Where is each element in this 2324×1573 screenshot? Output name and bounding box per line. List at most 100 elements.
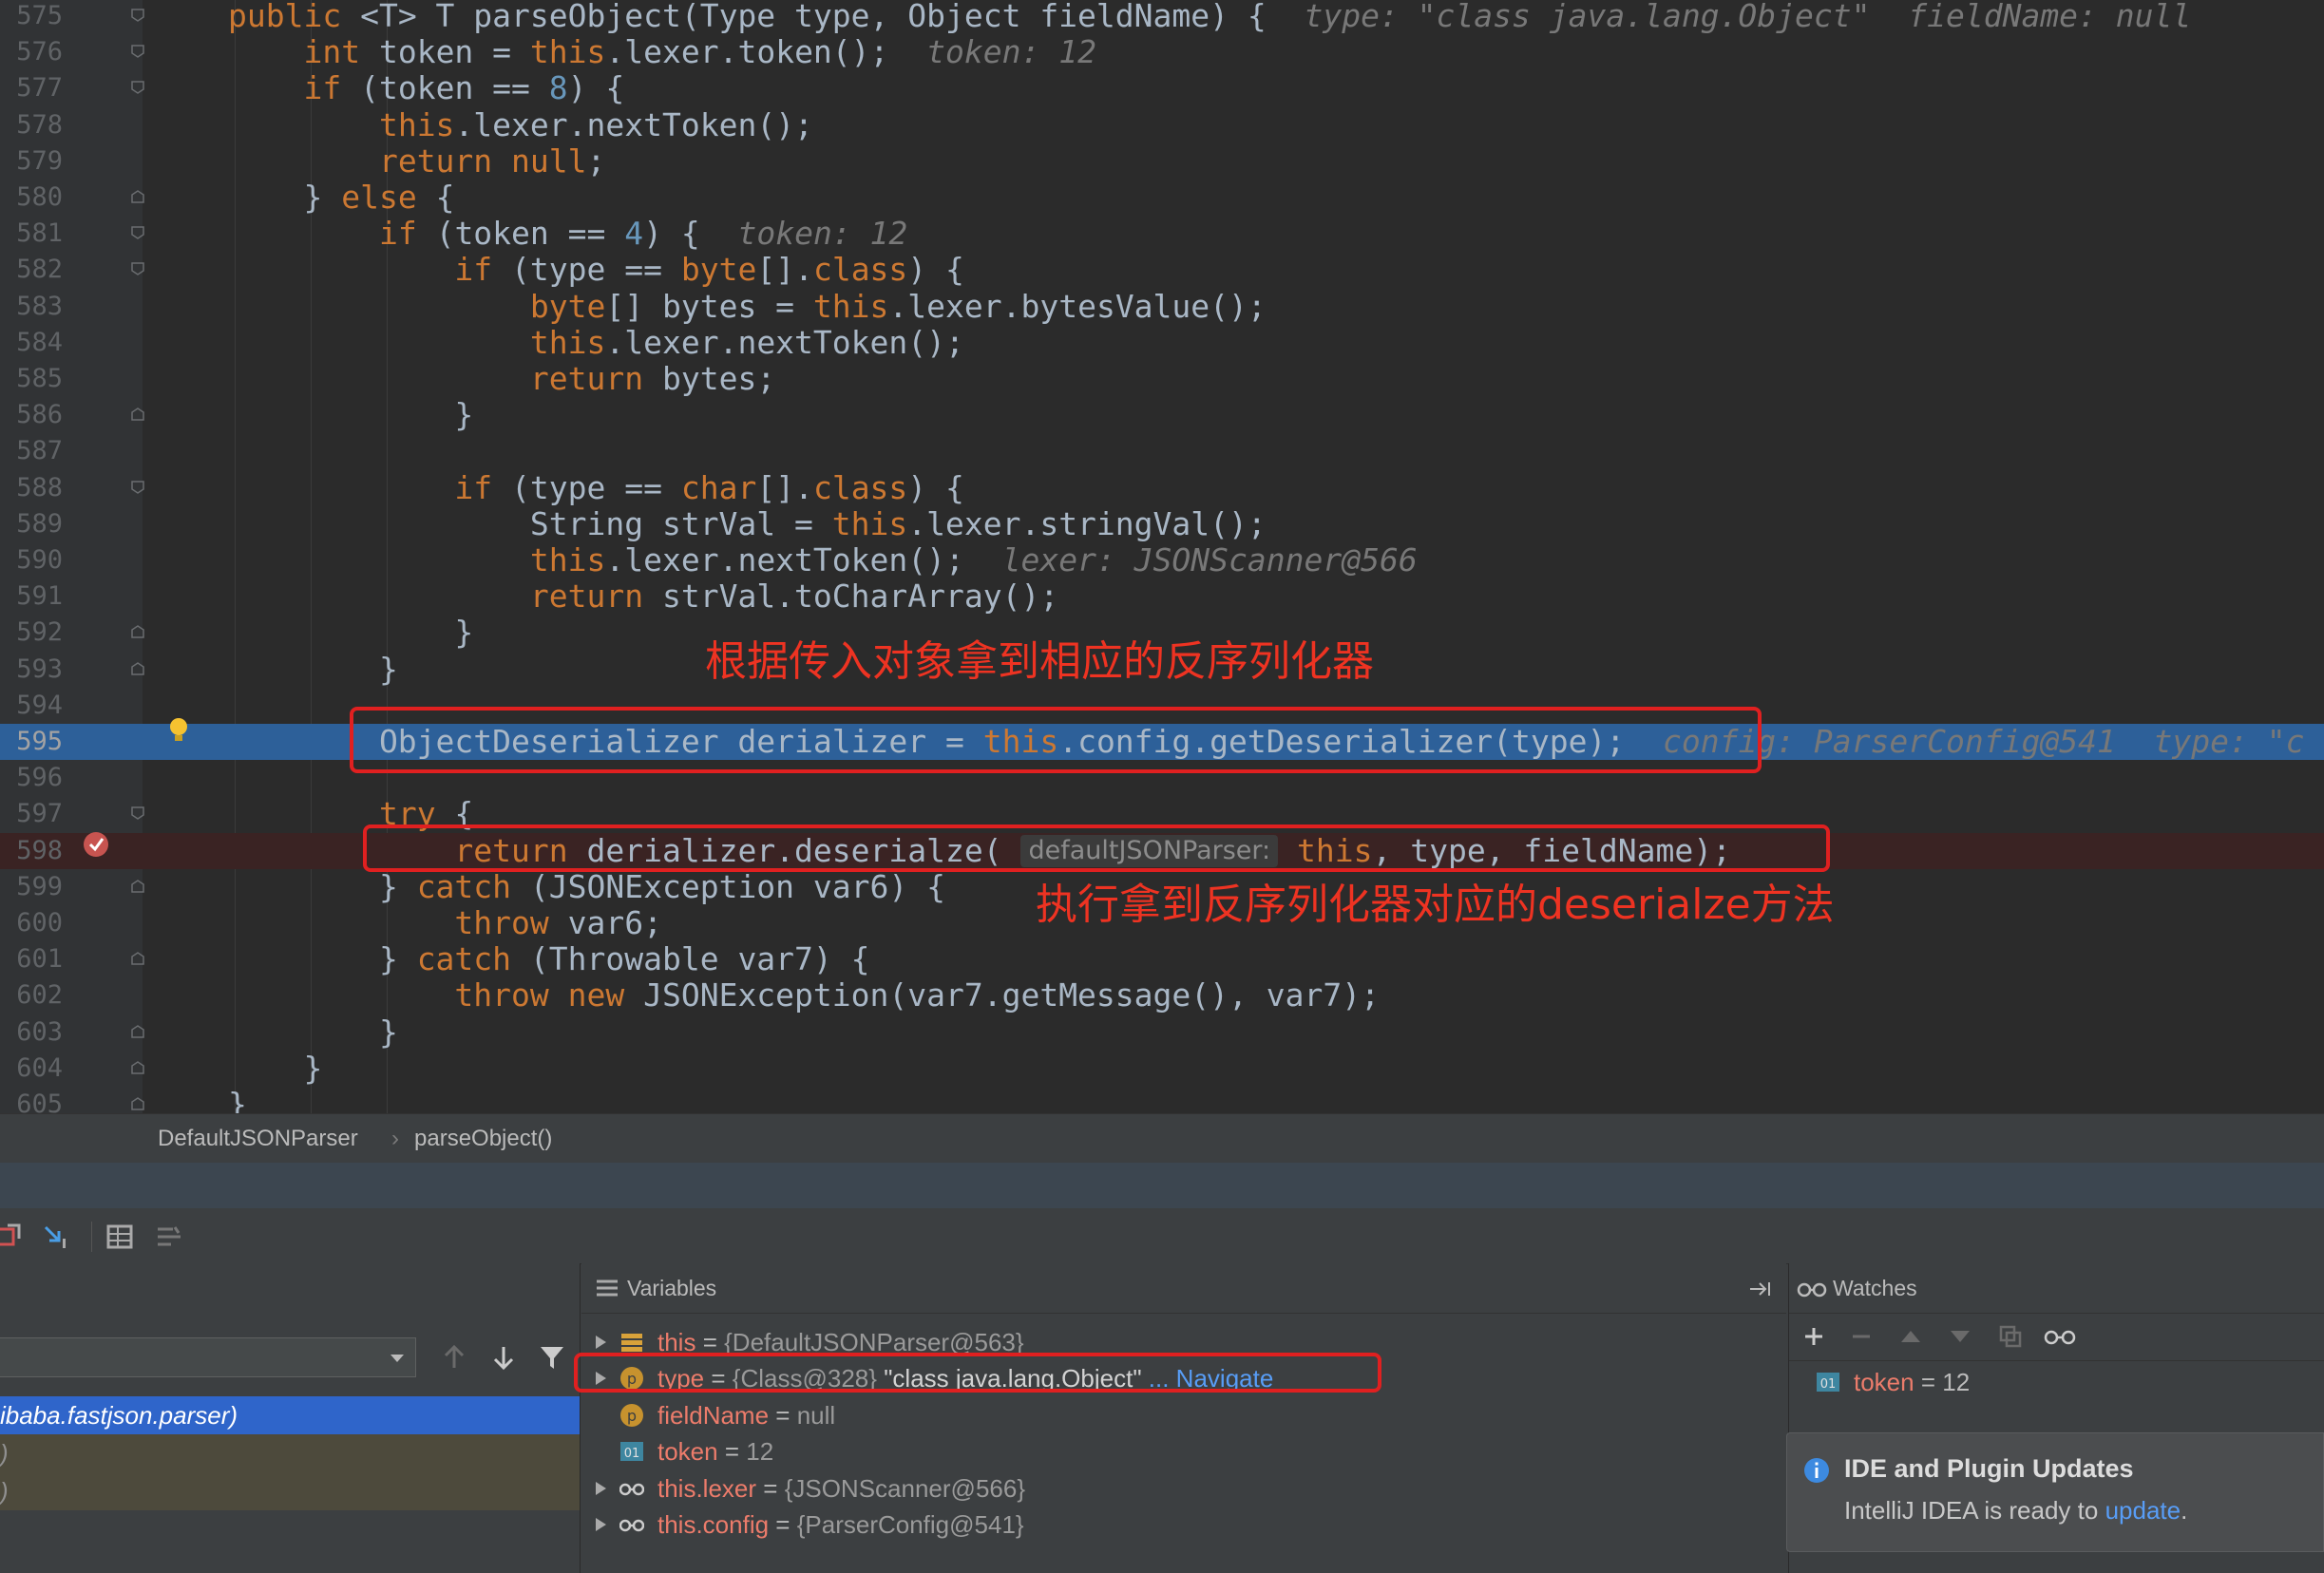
code-line[interactable]: 581 if (token == 4) { token: 12 [0,216,2324,252]
fold-marker-icon[interactable] [131,1060,144,1074]
line-number: 588 [16,472,63,502]
frame-item[interactable]: ) [0,1434,580,1472]
variable-name: this.config [657,1510,770,1539]
show-watches-icon[interactable] [2044,1328,2076,1345]
code-line[interactable]: 589 String strVal = this.lexer.stringVal… [0,504,2324,542]
thread-selector[interactable] [0,1337,416,1377]
step-into-cursor-icon[interactable] [42,1222,72,1252]
code-line[interactable]: 602 throw new JSONException(var7.getMess… [0,977,2324,1014]
code-token: String strVal = [228,504,832,542]
fold-marker-icon[interactable] [131,879,144,893]
frame-item[interactable]: ibaba.fastjson.parser) [0,1396,580,1434]
fold-marker-icon[interactable] [131,661,144,675]
code-token: .lexer.bytesValue(); [888,287,1267,325]
code-line[interactable]: 583 byte[] bytes = this.lexer.bytesValue… [0,287,2324,325]
code-text: } [228,1086,247,1114]
svg-text:p: p [627,1407,637,1425]
code-line[interactable]: 577 if (token == 8) { [0,70,2324,106]
line-number: 599 [16,871,63,901]
code-line[interactable]: 575 public <T> T parseObject(Type type, O… [0,0,2324,34]
variable-value: null [796,1400,836,1430]
code-token: ) { [643,215,738,253]
line-number: 581 [16,218,63,249]
code-line[interactable]: 605} [0,1086,2324,1114]
code-token: ) { [907,468,964,506]
fold-marker-icon[interactable] [131,9,144,22]
frame-item[interactable]: ) [0,1472,580,1510]
fold-marker-icon[interactable] [131,952,144,965]
code-token: (token == [416,215,625,253]
code-line[interactable]: 582 if (type == byte[].class) { [0,252,2324,288]
add-icon[interactable] [1802,1325,1825,1348]
restore-layout-icon[interactable] [0,1222,25,1252]
filter-icon[interactable] [538,1343,566,1372]
notification-title: IDE and Plugin Updates [1844,1454,2134,1483]
fold-marker-icon[interactable] [131,45,144,59]
expand-arrow-icon[interactable] [593,1517,608,1532]
fold-marker-icon[interactable] [131,407,144,421]
code-text: } catch (JSONException var6) { [228,868,945,905]
evaluate-table-icon[interactable] [105,1222,135,1252]
tool-window-splitter[interactable] [0,1163,2324,1208]
code-line[interactable]: 588 if (type == char[].class) { [0,468,2324,506]
code-line[interactable]: 587 [0,433,2324,469]
code-line[interactable]: 584 this.lexer.nextToken(); [0,324,2324,361]
code-line[interactable]: 576 int token = this.lexer.token(); toke… [0,34,2324,70]
remove-icon[interactable] [1850,1325,1873,1348]
code-line[interactable]: 580 } else { [0,180,2324,216]
breadcrumb-class[interactable]: DefaultJSONParser [158,1126,358,1152]
frame-label: ) [0,1477,9,1506]
update-notification[interactable]: IDE and Plugin Updates IntelliJ IDEA is … [1786,1432,2324,1552]
variables-panel: Variables this = {DefaultJSONParser@563}… [574,1263,1786,1573]
code-token: } [228,396,474,434]
code-text: String strVal = this.lexer.stringVal(); [228,504,1267,542]
code-line[interactable]: 604 } [0,1050,2324,1087]
code-line[interactable]: 591 return strVal.toCharArray(); [0,578,2324,615]
code-line[interactable]: 590 this.lexer.nextToken(); lexer: JSONS… [0,542,2324,578]
breakpoint-icon[interactable] [82,830,110,859]
notification-update-link[interactable]: update [2105,1496,2181,1525]
fold-marker-icon[interactable] [131,190,144,203]
code-line[interactable]: 585 return bytes; [0,361,2324,397]
fold-marker-icon[interactable] [131,1024,144,1038]
code-token: (token == [341,69,549,107]
fold-marker-icon[interactable] [131,806,144,821]
pin-arrow-icon[interactable] [1748,1280,1773,1298]
expand-arrow-icon[interactable] [593,1335,608,1350]
line-number: 595 [16,727,63,756]
code-token: class [812,468,908,506]
move-down-icon[interactable] [1949,1327,1972,1346]
code-line[interactable]: 579 return null; [0,142,2324,180]
inline-debug-value: lexer: JSONScanner@566 [1001,541,1418,578]
trace-stream-icon[interactable] [154,1222,184,1252]
lightbulb-icon[interactable] [167,716,190,745]
code-editor[interactable]: 575 public <T> T parseObject(Type type, O… [0,0,2324,1113]
expand-arrow-icon[interactable] [593,1481,608,1496]
move-up-icon[interactable] [1899,1327,1922,1346]
fold-marker-icon[interactable] [131,226,144,240]
variable-text: this.config = {ParserConfig@541} [657,1507,1024,1543]
fold-marker-icon[interactable] [131,81,144,95]
copy-icon[interactable] [1998,1324,2023,1349]
code-token: []. [756,468,813,506]
code-line[interactable]: 603 } [0,1014,2324,1051]
code-text: public <T> T parseObject(Type type, Obje… [228,0,2191,34]
code-token: (type == [492,251,681,289]
fold-marker-icon[interactable] [131,480,144,494]
code-line[interactable]: 578 this.lexer.nextToken(); [0,106,2324,143]
fold-marker-icon[interactable] [131,1097,144,1110]
line-number: 596 [16,763,63,793]
arrow-down-icon[interactable] [490,1343,517,1372]
fold-marker-icon[interactable] [131,625,144,639]
line-number: 590 [16,545,63,575]
arrow-up-icon[interactable] [441,1343,467,1372]
frame-list[interactable]: ibaba.fastjson.parser))) [0,1396,580,1510]
annotation-box-type-variable [574,1353,1381,1393]
code-line[interactable]: 601 } catch (Throwable var7) { [0,941,2324,977]
code-line[interactable]: 586 } [0,397,2324,433]
fold-marker-icon[interactable] [131,262,144,276]
breadcrumb-method[interactable]: parseObject() [414,1126,552,1152]
code-token: } [228,1086,247,1114]
chevron-down-icon [391,1355,404,1362]
